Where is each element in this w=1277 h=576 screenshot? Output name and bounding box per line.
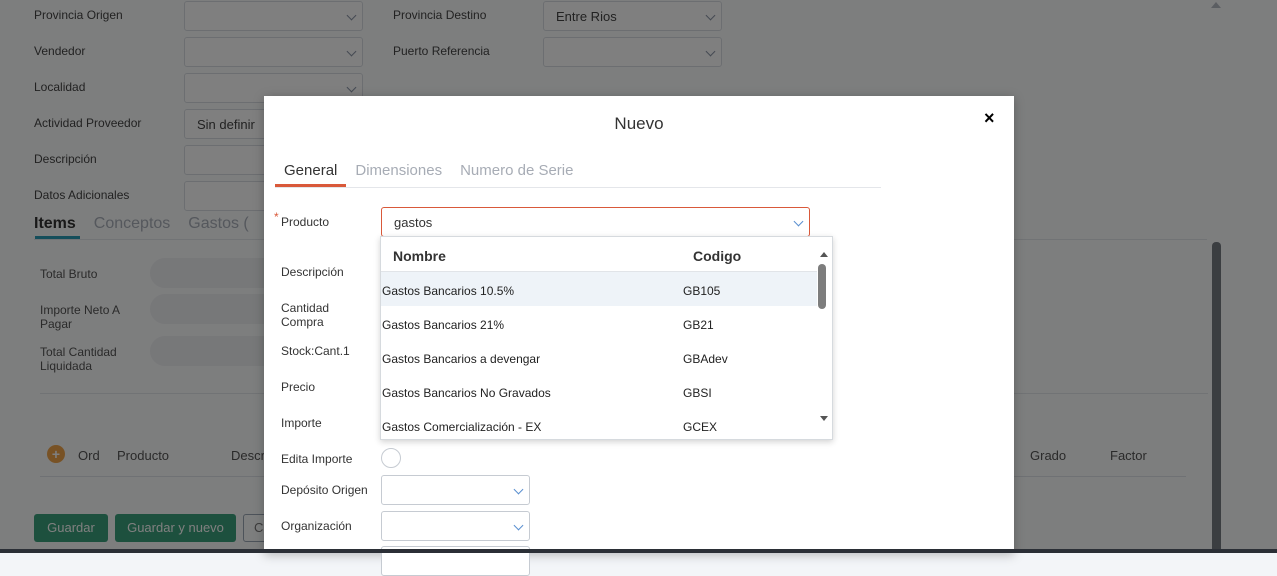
option-nombre: Gastos Bancarios No Gravados bbox=[382, 386, 551, 400]
modal-tabs: General Dimensiones Numero de Serie bbox=[284, 162, 591, 179]
dropdown-header: Nombre Codigo bbox=[381, 237, 817, 272]
col-codigo: Codigo bbox=[693, 248, 742, 264]
option-codigo: GB21 bbox=[683, 318, 714, 332]
tab-general[interactable]: General bbox=[284, 162, 337, 179]
option-codigo: GB105 bbox=[683, 284, 721, 298]
option-codigo: GBAdev bbox=[683, 352, 728, 366]
dropdown-scrollbar[interactable] bbox=[818, 264, 826, 309]
organizacion-select[interactable] bbox=[381, 511, 530, 541]
col-nombre: Nombre bbox=[393, 248, 446, 264]
precio-label: Precio bbox=[281, 380, 316, 394]
scroll-down-icon[interactable] bbox=[820, 416, 828, 421]
chevron-down-icon bbox=[513, 484, 524, 495]
dropdown-option[interactable]: Gastos Bancarios 21% GB21 bbox=[381, 306, 817, 340]
tab-dimensiones[interactable]: Dimensiones bbox=[355, 162, 442, 179]
modal-title: Nuevo bbox=[614, 114, 664, 133]
dropdown-option[interactable]: Gastos Bancarios a devengar GBAdev bbox=[381, 340, 817, 374]
dropdown-option[interactable]: Gastos Bancarios 10.5% GB105 bbox=[381, 272, 817, 306]
scroll-up-icon[interactable] bbox=[820, 252, 828, 257]
deposito-origen-label: Depósito Origen bbox=[281, 483, 368, 497]
producto-input-value: gastos bbox=[394, 215, 433, 230]
option-codigo: GBSI bbox=[683, 386, 712, 400]
importe-label: Importe bbox=[281, 416, 322, 430]
edita-importe-toggle[interactable] bbox=[381, 448, 401, 468]
stock-label: Stock:Cant.1 bbox=[281, 344, 350, 358]
edita-importe-label: Edita Importe bbox=[281, 452, 353, 466]
deposito-origen-select[interactable] bbox=[381, 475, 530, 505]
dropdown-option[interactable]: Gastos Bancarios No Gravados GBSI bbox=[381, 374, 817, 408]
cantidad-compra-label: Cantidad Compra bbox=[281, 301, 330, 329]
dropdown-option[interactable]: Gastos Comercialización - EX GCEX bbox=[381, 408, 817, 439]
tab-numero-de-serie[interactable]: Numero de Serie bbox=[460, 162, 573, 179]
descripcion-label: Descripción bbox=[281, 265, 344, 279]
organizacion-label: Organización bbox=[281, 519, 352, 533]
producto-dropdown: Nombre Codigo Gastos Bancarios 10.5% GB1… bbox=[380, 236, 833, 440]
modal-tabs-divider bbox=[275, 187, 881, 188]
option-nombre: Gastos Bancarios a devengar bbox=[382, 352, 541, 366]
taskbar bbox=[0, 549, 1277, 553]
required-marker: * bbox=[274, 210, 279, 224]
chevron-down-icon bbox=[513, 520, 524, 531]
option-codigo: GCEX bbox=[683, 420, 718, 434]
chevron-down-icon[interactable] bbox=[793, 216, 804, 227]
close-icon[interactable]: × bbox=[984, 108, 995, 129]
option-nombre: Gastos Bancarios 21% bbox=[382, 318, 505, 332]
producto-label: Producto bbox=[281, 215, 330, 229]
option-nombre: Gastos Bancarios 10.5% bbox=[382, 284, 515, 298]
option-nombre: Gastos Comercialización - EX bbox=[382, 420, 542, 434]
producto-combobox[interactable]: gastos bbox=[381, 207, 810, 237]
